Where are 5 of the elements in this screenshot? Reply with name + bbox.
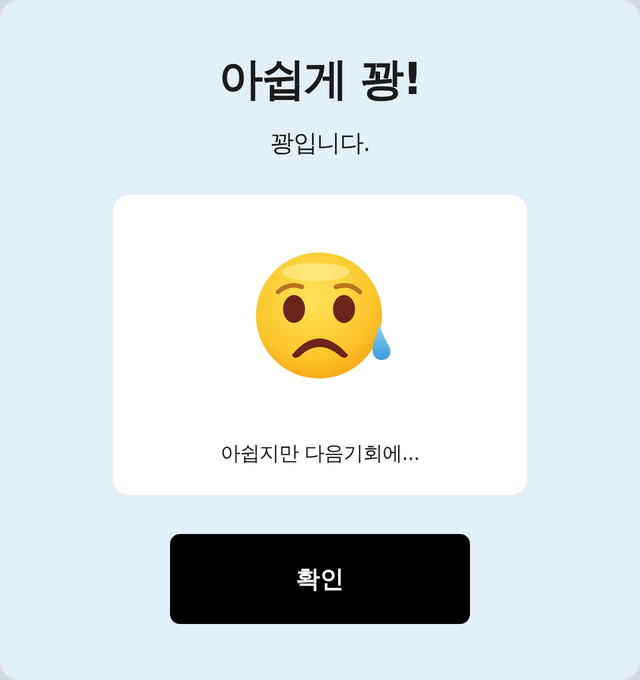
sad-face-icon (256, 252, 392, 379)
confirm-button[interactable]: 확인 (170, 534, 470, 624)
dialog-title: 아쉽게 꽝! (218, 54, 422, 106)
result-message: 아쉽지만 다음기회에... (220, 440, 420, 467)
dialog-subtitle: 꽝입니다. (270, 128, 370, 159)
